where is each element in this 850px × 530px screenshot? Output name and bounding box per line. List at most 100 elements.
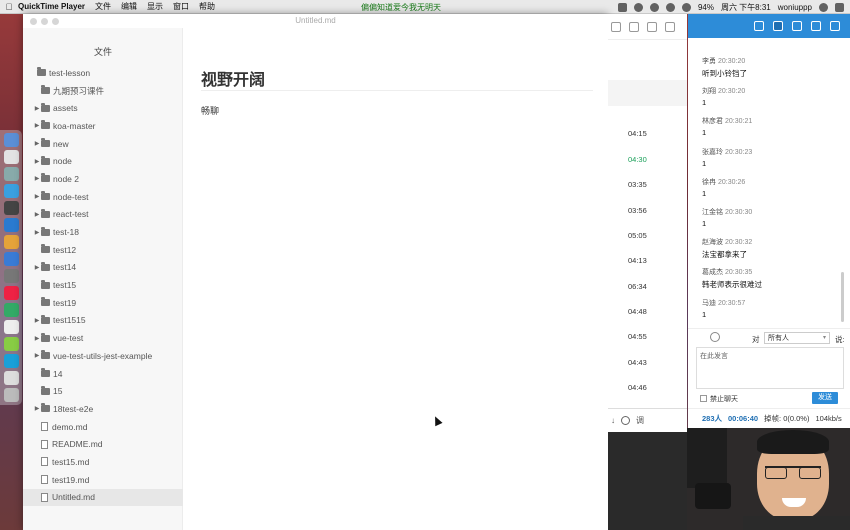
folder-item[interactable]: ▶ node-test	[23, 188, 183, 206]
toolbar-window-icon[interactable]	[665, 21, 675, 32]
chevron-right-icon[interactable]: ▶	[33, 264, 41, 271]
chevron-right-icon[interactable]: ▶	[33, 352, 41, 359]
video-duration[interactable]: 04:46	[628, 383, 647, 392]
folder-item[interactable]: ▶ vue-test	[23, 329, 183, 347]
folder-item[interactable]: ▶ react-test	[23, 206, 183, 224]
wifi-icon[interactable]	[681, 2, 691, 12]
video-duration[interactable]: 04:48	[628, 307, 647, 316]
wechat-icon[interactable]	[3, 337, 19, 351]
chevron-right-icon[interactable]: ▶	[33, 193, 41, 200]
recipient-select[interactable]: 所有人 ▾	[764, 332, 830, 344]
settings-gear-icon[interactable]	[792, 21, 802, 31]
rocket-icon[interactable]	[3, 167, 19, 181]
editor-area[interactable]: 视野开阔 畅聊	[183, 28, 608, 530]
video-duration[interactable]: 04:13	[628, 256, 647, 265]
folder-item[interactable]: ▶ test1515	[23, 312, 183, 330]
terminal-icon[interactable]	[3, 201, 19, 215]
minimize-icon[interactable]	[830, 21, 840, 31]
sender-name[interactable]: 赵海波	[702, 239, 723, 246]
folder-item[interactable]: ▶ node	[23, 152, 183, 170]
toolbar-shirt-icon[interactable]	[629, 21, 639, 32]
screen-share-icon[interactable]	[773, 21, 783, 31]
doc-heading[interactable]: 视野开阔	[201, 66, 265, 90]
zoom-window-icon[interactable]	[52, 18, 59, 25]
chevron-right-icon[interactable]: ▶	[33, 105, 41, 112]
trash-icon[interactable]	[3, 388, 19, 402]
folder-item[interactable]: ▶ koa-master	[23, 117, 183, 135]
menu-view[interactable]: 显示	[147, 1, 163, 12]
toolbar-refresh-icon[interactable]	[611, 21, 621, 32]
menu-icon[interactable]	[811, 21, 821, 31]
chevron-right-icon[interactable]: ▶	[33, 335, 41, 342]
minus-circle-icon[interactable]	[621, 416, 630, 425]
sender-name[interactable]: 李勇	[702, 58, 716, 65]
file-item[interactable]: test15.md	[23, 453, 183, 471]
app-menu[interactable]: QuickTime Player	[18, 2, 85, 11]
folder-item[interactable]: ▶ node 2	[23, 170, 183, 188]
folder-item[interactable]: ▶ new	[23, 135, 183, 153]
chevron-right-icon[interactable]: ▶	[33, 405, 41, 412]
appstore-icon[interactable]	[3, 252, 19, 266]
sender-name[interactable]: 江金铭	[702, 209, 723, 216]
download-icon[interactable]: ↓	[611, 416, 615, 425]
folder-item[interactable]: 14	[23, 365, 183, 383]
settings-icon[interactable]	[3, 269, 19, 283]
sender-name[interactable]: 刘翔	[702, 88, 716, 95]
app-blue-icon[interactable]	[3, 354, 19, 368]
chevron-right-icon[interactable]: ▶	[33, 122, 41, 129]
menu-window[interactable]: 窗口	[173, 1, 189, 12]
user-label[interactable]: woniuppp	[778, 3, 812, 12]
video-duration[interactable]: 04:55	[628, 332, 647, 341]
search-icon[interactable]	[819, 2, 828, 12]
video-duration[interactable]: 04:30	[628, 155, 647, 164]
video-duration[interactable]: 04:43	[628, 358, 647, 367]
close-window-icon[interactable]	[30, 18, 37, 25]
video-duration[interactable]: 05:05	[628, 231, 647, 240]
app-red-icon[interactable]	[3, 286, 19, 300]
media-play-icon[interactable]	[633, 2, 643, 12]
send-button[interactable]: 发送	[812, 392, 838, 404]
folder-item[interactable]: 15	[23, 382, 183, 400]
folder-item[interactable]: ▶ vue-test-utils-jest-example	[23, 347, 183, 365]
video-duration[interactable]: 03:56	[628, 206, 647, 215]
chevron-right-icon[interactable]: ▶	[33, 211, 41, 218]
chrome-icon[interactable]	[3, 235, 19, 249]
folder-item[interactable]: ▶ test-18	[23, 223, 183, 241]
folder-item[interactable]: test-lesson	[23, 64, 183, 82]
chat-scrollbar[interactable]	[841, 272, 844, 322]
bluetooth-icon[interactable]	[665, 2, 675, 12]
media-prev-icon[interactable]	[617, 2, 627, 12]
apple-menu-icon[interactable]: 	[0, 2, 18, 12]
doc-paragraph[interactable]: 畅聊	[201, 104, 219, 117]
folder-item[interactable]: ▶ assets	[23, 99, 183, 117]
launchpad-icon[interactable]	[3, 150, 19, 164]
toolbar-gear-icon[interactable]	[647, 21, 657, 32]
safari-icon[interactable]	[3, 184, 19, 198]
chevron-right-icon[interactable]: ▶	[33, 229, 41, 236]
folder-item[interactable]: 九期预习课件	[23, 82, 183, 100]
chevron-right-icon[interactable]: ▶	[33, 175, 41, 182]
menu-edit[interactable]: 编辑	[121, 1, 137, 12]
video-duration[interactable]: 04:15	[628, 129, 647, 138]
adjust-label[interactable]: 调	[636, 415, 644, 426]
minimize-window-icon[interactable]	[41, 18, 48, 25]
file-item[interactable]: Untitled.md	[23, 488, 183, 507]
clock-label[interactable]: 周六 下午8:31	[721, 2, 771, 13]
menu-help[interactable]: 帮助	[199, 1, 215, 12]
video-duration[interactable]: 06:34	[628, 282, 647, 291]
finder-icon[interactable]	[3, 133, 19, 147]
folder-item[interactable]: test12	[23, 241, 183, 259]
app-green-icon[interactable]	[3, 303, 19, 317]
video-duration[interactable]: 03:35	[628, 180, 647, 189]
sender-name[interactable]: 葛成杰	[702, 269, 723, 276]
file-item[interactable]: test19.md	[23, 471, 183, 489]
chat-input[interactable]: 在此发言	[696, 347, 844, 389]
sender-name[interactable]: 张嘉玲	[702, 149, 723, 156]
signal-icon[interactable]	[754, 21, 764, 31]
chevron-right-icon[interactable]: ▶	[33, 158, 41, 165]
menu-file[interactable]: 文件	[95, 1, 111, 12]
sender-name[interactable]: 林彦君	[702, 118, 723, 125]
emoji-icon[interactable]	[710, 332, 720, 342]
folder-item[interactable]: ▶ 18test-e2e	[23, 400, 183, 418]
folder-item[interactable]: test19	[23, 294, 183, 312]
